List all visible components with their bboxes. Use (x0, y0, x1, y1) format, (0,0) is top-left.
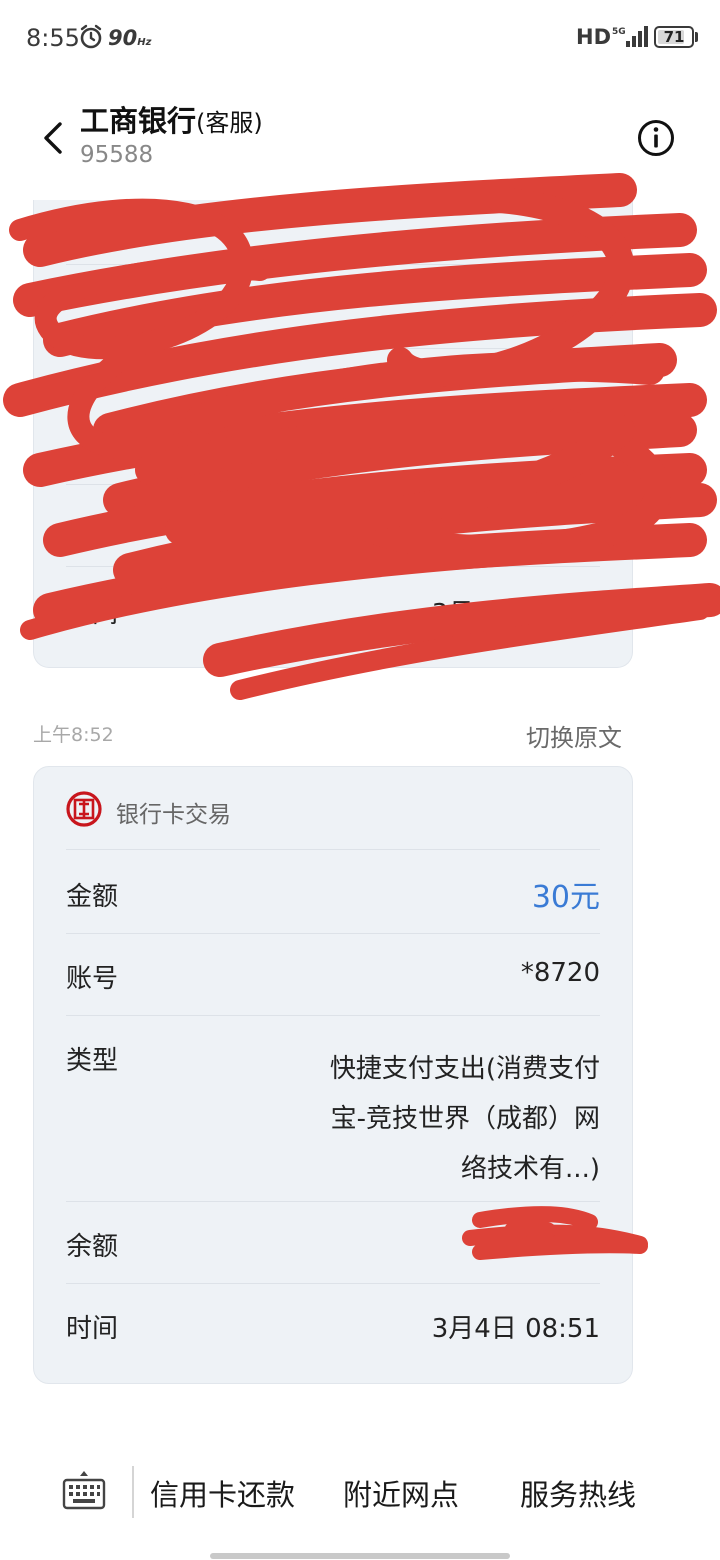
page-title: 工商银行(客服) (80, 104, 263, 138)
table-row: 类型 快捷支付支出(消费支付 宝-竞技世界（成都）网 络技术有...) (66, 1015, 600, 1201)
icbc-logo-icon (66, 791, 102, 827)
status-bar: 8:55 90Hz HD 5G 71 (0, 0, 720, 76)
message-card-transaction[interactable]: 银行卡交易 金额 30元 账号 *8720 类型 快捷支付支出(消费支付 宝-竞… (33, 766, 633, 1384)
row-divider (66, 484, 600, 485)
bottom-menu-bar: 信用卡还款 附近网点 服务热线 (0, 1440, 720, 1540)
divider (132, 1466, 134, 1518)
signal-icon: 5G (612, 26, 648, 47)
row-label: 时间 (66, 1314, 119, 1344)
status-time: 8:55 (26, 24, 80, 52)
keyboard-icon[interactable] (62, 1468, 106, 1510)
battery-tip (695, 32, 698, 42)
row-label: 金额 (66, 882, 119, 912)
amount-value: 30元 (531, 880, 600, 915)
hd-indicator: HD (576, 25, 612, 49)
row-label: 余额 (66, 1232, 119, 1262)
time-value: 3月4日 08:51 (431, 1314, 600, 1344)
home-indicator[interactable] (210, 1553, 510, 1559)
row-label: 类型 (66, 1046, 119, 1076)
row-value: 3月4日 07:32 (431, 599, 600, 629)
credit-card-repayment-button[interactable]: 信用卡还款 (150, 1472, 295, 1514)
card-title: 银行卡交易 (116, 802, 231, 828)
svg-text:5G: 5G (612, 27, 626, 37)
row-label: 账号 (66, 964, 119, 994)
message-card-previous[interactable]: 时间 3月4日 07:32 (33, 200, 633, 668)
table-row: 时间 3月4日 07:32 (66, 566, 600, 656)
battery-icon: 71 (654, 26, 694, 48)
message-timestamp: 上午8:52 (33, 724, 114, 746)
back-arrow-icon[interactable] (36, 118, 72, 158)
table-row: 金额 30元 (66, 849, 600, 933)
page-subtitle: 95588 (80, 142, 154, 168)
service-hotline-button[interactable]: 服务热线 (520, 1472, 636, 1514)
refresh-rate: 90Hz (108, 26, 152, 50)
table-row: 时间 3月4日 08:51 (66, 1283, 600, 1365)
account-value: *8720 (520, 958, 600, 988)
battery-level: 71 (663, 28, 685, 46)
table-row: 余额 (66, 1201, 600, 1283)
alarm-icon (80, 24, 102, 49)
info-icon[interactable] (636, 118, 676, 158)
row-label: 时间 (66, 599, 119, 629)
type-value: 快捷支付支出(消费支付 宝-竞技世界（成都）网 络技术有...) (329, 1054, 600, 1184)
row-divider (66, 348, 600, 349)
nearby-branches-button[interactable]: 附近网点 (343, 1472, 459, 1514)
row-divider (66, 264, 600, 265)
table-row: 账号 *8720 (66, 933, 600, 1015)
toggle-original-button[interactable]: 切换原文 (526, 718, 622, 753)
